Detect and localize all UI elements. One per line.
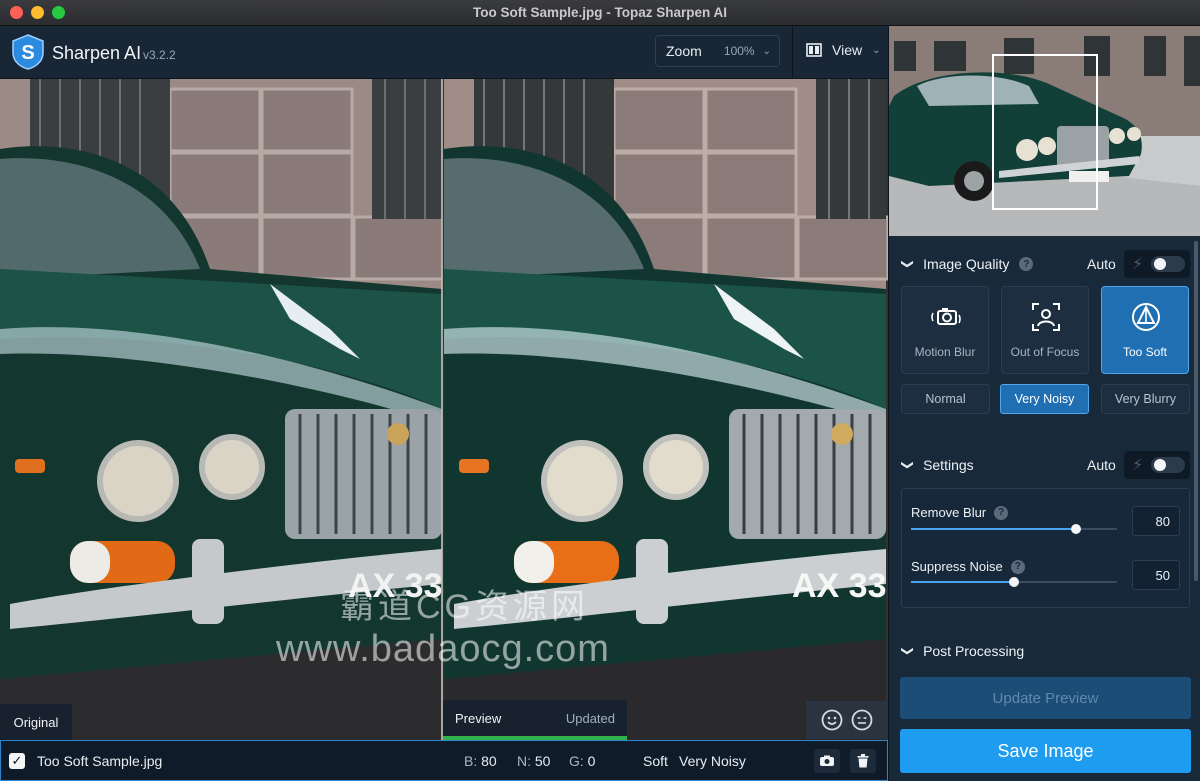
preview-status-tab: Preview Updated	[443, 700, 627, 740]
close-window-button[interactable]	[10, 6, 23, 19]
mode-too-soft[interactable]: Too Soft	[1101, 286, 1189, 374]
navigator-thumbnail[interactable]	[889, 26, 1200, 236]
remove-blur-slider-fill	[911, 528, 1076, 530]
mode-summary: Soft	[643, 753, 668, 769]
top-toolbar: S Sharpen AI v3.2.2 Zoom 100% ⌄ View ⌄	[0, 26, 888, 79]
chevron-down-icon: ❯	[901, 459, 916, 471]
neutral-face-icon[interactable]	[851, 709, 873, 731]
split-view-icon	[806, 43, 822, 57]
panel-scrollbar[interactable]	[1194, 241, 1198, 581]
topaz-logo-icon: S	[12, 34, 44, 70]
settings-title: Settings	[923, 457, 974, 473]
view-label: View	[832, 42, 863, 58]
suppress-noise-slider-fill	[911, 581, 1014, 583]
motion-blur-icon	[931, 308, 961, 325]
license-plate-text: AX 33.3	[792, 567, 888, 605]
post-processing-header[interactable]: ❯ Post Processing	[901, 643, 1025, 659]
maximize-window-button[interactable]	[52, 6, 65, 19]
camera-icon	[820, 755, 834, 766]
navigator-viewport-box[interactable]	[992, 54, 1098, 210]
file-name: Too Soft Sample.jpg	[37, 753, 163, 769]
window-title: Too Soft Sample.jpg - Topaz Sharpen AI	[472, 5, 727, 20]
too-soft-icon	[1132, 303, 1160, 331]
file-status-bar[interactable]: ✓ Too Soft Sample.jpg B: 80 N: 50 G: 0 S…	[0, 740, 888, 781]
settings-sliders-box: Remove Blur ? 80 Suppress Noise ? 50	[901, 488, 1190, 608]
image-quality-auto-label: Auto	[1087, 256, 1116, 272]
suppress-noise-slider-handle[interactable]	[1009, 577, 1019, 587]
chevron-down-icon: ⌄	[872, 44, 881, 56]
preview-label: Preview	[455, 710, 502, 726]
auto-switch[interactable]	[1151, 256, 1186, 272]
blur-setting-summary: B: 80	[464, 753, 497, 769]
help-icon[interactable]: ?	[1010, 559, 1025, 574]
auto-switch[interactable]	[1151, 457, 1186, 473]
help-icon[interactable]: ?	[994, 505, 1009, 520]
trash-icon	[857, 754, 869, 768]
file-checkbox[interactable]: ✓	[9, 753, 25, 769]
watermark-chinese: 霸道CG资源网	[340, 588, 589, 626]
watermark-url: www.badaocg.com	[276, 628, 610, 670]
save-image-button[interactable]: Save Image	[900, 729, 1191, 773]
remove-blur-value[interactable]: 80	[1132, 506, 1180, 536]
mode-label: Too Soft	[1122, 345, 1168, 359]
suppress-noise-value[interactable]: 50	[1132, 560, 1180, 590]
level-very-blurry[interactable]: Very Blurry	[1101, 384, 1190, 414]
view-dropdown[interactable]: View ⌄	[806, 42, 880, 58]
chevron-down-icon: ⌄	[762, 45, 771, 57]
toolbar-divider	[792, 26, 793, 79]
preview-eye-button[interactable]	[814, 749, 840, 773]
help-icon[interactable]: ?	[1019, 257, 1034, 271]
lightning-bolt-icon: ⚡︎	[1132, 457, 1144, 474]
grain-setting-summary: G: 0	[569, 753, 596, 769]
image-quality-header[interactable]: ❯ Image Quality ?	[901, 256, 1034, 272]
svg-text:S: S	[21, 42, 34, 64]
out-of-focus-icon	[1032, 303, 1060, 331]
face-toggle-group	[806, 701, 888, 739]
lightning-bolt-icon: ⚡︎	[1132, 256, 1144, 273]
mode-out-of-focus[interactable]: Out of Focus	[1001, 286, 1089, 374]
zoom-label: Zoom	[666, 43, 702, 59]
mode-label: Out of Focus	[1010, 345, 1080, 359]
window-controls	[10, 6, 65, 19]
remove-blur-slider-handle[interactable]	[1070, 524, 1081, 534]
remove-blur-label: Remove Blur ?	[911, 505, 1009, 520]
noise-mode-summary: Very Noisy	[679, 753, 746, 769]
image-quality-auto-toggle[interactable]: ⚡︎	[1124, 250, 1190, 278]
remove-blur-slider[interactable]	[911, 524, 1117, 534]
delete-file-button[interactable]	[850, 749, 876, 773]
chevron-down-icon: ❯	[901, 645, 916, 657]
settings-header[interactable]: ❯ Settings	[901, 457, 974, 473]
right-settings-panel: ❯ Image Quality ? Auto ⚡︎ Motion Blur Ou…	[888, 26, 1200, 781]
app-version: v3.2.2	[143, 48, 176, 62]
settings-auto-toggle[interactable]: ⚡︎	[1124, 451, 1190, 479]
smile-face-icon[interactable]	[821, 709, 843, 731]
level-normal[interactable]: Normal	[901, 384, 990, 414]
zoom-value: 100%	[723, 44, 755, 58]
image-viewer[interactable]: AX 33.3	[0, 79, 888, 740]
post-processing-title: Post Processing	[923, 643, 1025, 659]
update-preview-button[interactable]: Update Preview	[900, 677, 1191, 719]
updated-label: Updated	[565, 710, 615, 726]
original-label: Original	[0, 704, 72, 740]
mode-label: Motion Blur	[914, 345, 976, 359]
app-brand-name: Sharpen AI	[52, 43, 142, 63]
image-quality-title: Image Quality	[923, 256, 1010, 272]
noise-setting-summary: N: 50	[517, 753, 551, 769]
zoom-dropdown[interactable]: Zoom 100% ⌄	[655, 35, 780, 67]
settings-auto-label: Auto	[1087, 457, 1116, 473]
chevron-down-icon: ❯	[901, 258, 916, 270]
suppress-noise-label: Suppress Noise ?	[911, 559, 1025, 574]
minimize-window-button[interactable]	[31, 6, 44, 19]
window-titlebar: Too Soft Sample.jpg - Topaz Sharpen AI	[0, 0, 1200, 26]
level-very-noisy[interactable]: Very Noisy	[1000, 384, 1089, 414]
mode-motion-blur[interactable]: Motion Blur	[901, 286, 989, 374]
suppress-noise-slider[interactable]	[911, 577, 1117, 587]
